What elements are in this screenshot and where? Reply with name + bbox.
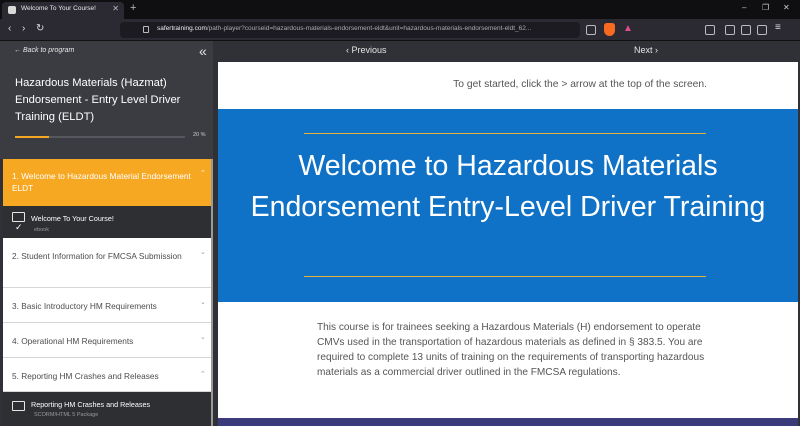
browser-tab-bar: Welcome To Your Course! ✕ + – ❐ ✕: [0, 0, 800, 19]
address-url: safertraining.com/path-player?courseid=h…: [157, 25, 577, 32]
url-path: /path-player?courseid=hazardous-material…: [206, 25, 532, 32]
menu-icon[interactable]: ≡: [775, 22, 785, 33]
tab-title: Welcome To Your Course!: [21, 5, 96, 12]
chevron-up-icon: ⌃: [200, 170, 206, 177]
lesson-content: To get started, click the > arrow at the…: [218, 62, 798, 426]
lesson-reporting[interactable]: Reporting HM Crashes and Releases SCORM/…: [3, 392, 211, 426]
lesson-type: SCORM/HTML 5 Package: [34, 412, 99, 418]
close-window-button[interactable]: ✕: [783, 3, 790, 12]
chevron-down-icon: ⌄: [200, 249, 206, 256]
vpn-icon[interactable]: [757, 25, 767, 35]
lock-icon: [143, 26, 149, 33]
scorm-icon: [12, 401, 25, 411]
unit-label: 5. Reporting HM Crashes and Releases: [12, 371, 159, 381]
chevron-up-icon: ⌃: [200, 371, 206, 378]
url-domain: safertraining.com: [157, 25, 207, 32]
next-button[interactable]: Next ›: [634, 45, 658, 55]
welcome-banner: Welcome to Hazardous Materials Endorseme…: [218, 109, 798, 302]
site-favicon-icon: [8, 6, 16, 14]
address-bar[interactable]: safertraining.com/path-player?courseid=h…: [120, 22, 580, 38]
maximize-button[interactable]: ❐: [762, 3, 769, 12]
extensions-icon[interactable]: [705, 25, 715, 35]
forward-icon[interactable]: ›: [22, 23, 25, 34]
footer-strip: [218, 418, 798, 426]
bottom-divider: [304, 276, 706, 277]
unit-5[interactable]: 5. Reporting HM Crashes and Releases ⌃: [3, 358, 211, 392]
rewards-icon[interactable]: ▲: [623, 23, 633, 34]
new-tab-button[interactable]: +: [130, 2, 136, 14]
check-icon: ✓: [15, 222, 23, 232]
start-hint: To get started, click the > arrow at the…: [453, 79, 707, 90]
minimize-button[interactable]: –: [742, 3, 746, 12]
unit-3[interactable]: 3. Basic Introductory HM Requirements ⌄: [3, 288, 211, 323]
back-to-program-link[interactable]: ← Back to program: [14, 47, 74, 54]
back-icon[interactable]: ‹: [8, 23, 11, 34]
chevron-down-icon: ⌄: [200, 334, 206, 341]
course-description: This course is for trainees seeking a Ha…: [317, 322, 705, 378]
chevron-down-icon: ⌄: [200, 299, 206, 306]
progress-bar: [15, 136, 185, 138]
wallet-icon[interactable]: [741, 25, 751, 35]
brave-shield-icon[interactable]: [604, 23, 615, 36]
ebook-icon: [12, 212, 25, 222]
lesson-welcome[interactable]: Welcome To Your Course! ✓ ebook: [3, 206, 211, 238]
lesson-title: Welcome To Your Course!: [31, 214, 114, 223]
lesson-type: ebook: [34, 227, 49, 233]
sidebar-header: ← Back to program « Hazardous Materials …: [0, 41, 213, 159]
unit-2[interactable]: 2. Student Information for FMCSA Submiss…: [3, 238, 211, 288]
lesson-nav: ‹ Previous Next ›: [213, 41, 800, 61]
lesson-title: Reporting HM Crashes and Releases: [31, 400, 151, 409]
share-icon[interactable]: [586, 25, 596, 35]
top-divider: [304, 133, 706, 134]
previous-button[interactable]: ‹ Previous: [346, 45, 387, 55]
course-sidebar: ← Back to program « Hazardous Materials …: [0, 41, 213, 426]
progress-bar-fill: [15, 136, 49, 138]
sidebar-icon[interactable]: [725, 25, 735, 35]
unit-1[interactable]: 1. Welcome to Hazardous Material Endorse…: [3, 159, 211, 206]
unit-label: 2. Student Information for FMCSA Submiss…: [12, 251, 182, 261]
reload-icon[interactable]: ↻: [36, 23, 44, 34]
tab-close-icon[interactable]: ✕: [112, 4, 119, 13]
unit-label: 1. Welcome to Hazardous Material Endorse…: [12, 171, 191, 193]
unit-4[interactable]: 4. Operational HM Requirements ⌄: [3, 323, 211, 358]
collapse-sidebar-icon[interactable]: «: [199, 43, 207, 59]
browser-tab[interactable]: Welcome To Your Course! ✕: [2, 2, 124, 19]
course-title: Hazardous Materials (Hazmat) Endorsement…: [15, 77, 181, 123]
unit-label: 4. Operational HM Requirements: [12, 336, 134, 346]
banner-title: Welcome to Hazardous Materials Endorseme…: [250, 150, 766, 223]
progress-percent: 20 %: [193, 132, 206, 138]
lesson-viewer: ‹ Previous Next › To get started, click …: [213, 41, 800, 426]
unit-label: 3. Basic Introductory HM Requirements: [12, 301, 157, 311]
browser-toolbar: ‹ › ↻ safertraining.com/path-player?cour…: [0, 19, 800, 41]
